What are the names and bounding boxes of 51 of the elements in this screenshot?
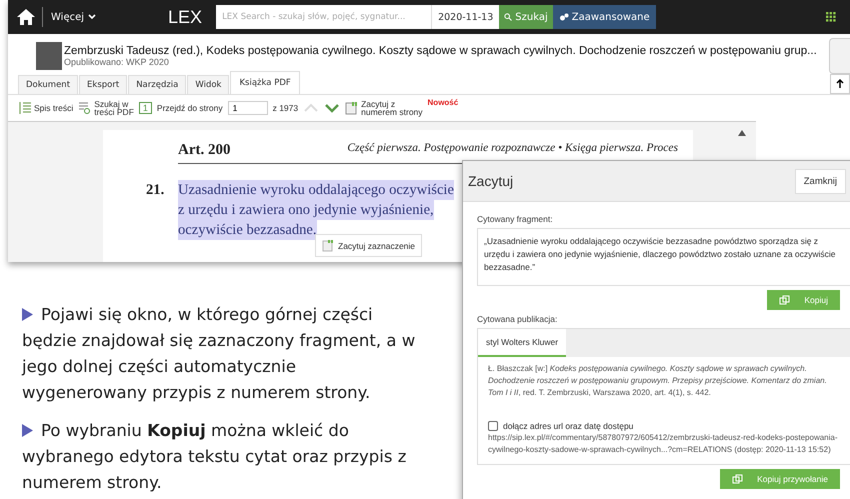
go-to-page-label: Przejdź do strony: [156, 103, 223, 113]
new-label: Nowość: [428, 98, 458, 107]
more-menu[interactable]: Więcej: [51, 12, 96, 22]
search-pdf-button[interactable]: Szukaj w treści PDF: [78, 100, 134, 116]
article-heading: Art. 200: [178, 142, 230, 159]
search-document-icon: [78, 101, 92, 115]
instruction-text: Po wybraniu Kopiuj można wkleić do wybranego edytora tekstu cytat oraz przypis z numerem strony.: [22, 420, 408, 494]
list-icon: [18, 102, 32, 114]
citation-style-tab[interactable]: styl Wolters Kluwer: [478, 329, 566, 357]
dialog-title: Zacytuj: [468, 173, 514, 189]
quoted-fragment-field[interactable]: „Uzasadnienie wyroku oddalającego oczywiście bezzasadne powództwo sporządza się z urzędu i zawiera ono jedynie wyjaśnienie, dlaczego powództwo zostało uznane za oczywiście bezzasadne.”: [477, 228, 850, 286]
scroll-up-icon[interactable]: [830, 74, 850, 94]
tab[interactable]: Widok: [187, 75, 230, 94]
quote-document-icon: [322, 239, 334, 252]
instruction-text: Pojawi się okno, w którego górnej części będzie znajdował się zaznaczony fragment, a w jego dolnej części automatycznie wygenerowany przypis z numerem strony.: [22, 304, 416, 404]
chevron-down-icon[interactable]: [324, 103, 340, 113]
logo-text: LEX: [168, 6, 202, 28]
table-of-contents-button[interactable]: Spis treści: [18, 102, 74, 114]
page-number-icon: 1: [138, 102, 152, 114]
page-total-text: z 1973: [272, 103, 298, 113]
close-button[interactable]: Zamknij: [794, 168, 846, 194]
document-title: Zembrzuski Tadeusz (red.), Kodeks postępowania cywilnego. Koszty sądowe w sprawach cywilnych. Dochodzenie roszczeń w postępowaniu grup...: [64, 45, 817, 57]
quote-document-icon: [345, 101, 360, 115]
citation-text: Ł. Błaszczak [w:] Kodeks postępowania cywilnego. Koszty sądowe w sprawach cywilnych. Dochodzenie roszczeń w postępowaniu grupowym. Przepisy przejściowe. Komentarz do zmian. Tom I i II, red. T. Zembrzuski, Warszawa 2020, art. 4(1), s. 442.: [487, 363, 828, 399]
page-number-field[interactable]: 1: [228, 101, 268, 115]
date-field[interactable]: 2020-11-13: [431, 5, 500, 29]
book-cover-thumbnail: [36, 42, 62, 70]
running-head: Część pierwsza. Postępowanie rozpoznawcze • Księga pierwsza. Proces: [347, 142, 678, 156]
url-text: https://sip.lex.pl/#/commentary/587807972/605412/zembrzuski-tadeusz-red-kodeks-postepowania-cywilnego-koszty-sadowe-w-sprawach-cywilnych...?cm=RELATIONS (dostęp: 2020-11-13 15:52): [487, 432, 839, 456]
chevron-down-icon: [88, 14, 96, 20]
search-field[interactable]: LEX Search - szukaj słów, pojęć, sygnatur...: [216, 5, 432, 29]
search-icon: [504, 13, 512, 21]
triangle-bullet-icon: [22, 424, 33, 437]
cite-with-page-button[interactable]: Zacytuj z numerem strony: [345, 100, 423, 116]
tab[interactable]: Dokument: [18, 75, 78, 94]
publisher-text: Opublikowano: WKP 2020: [64, 57, 170, 67]
publication-label: Cytowana publikacja:: [477, 314, 558, 324]
tab[interactable]: Eksport: [79, 75, 128, 94]
apps-grid-icon[interactable]: [826, 12, 836, 22]
paragraph-number: 21.: [146, 181, 166, 200]
cite-selection-button[interactable]: Zacytuj zaznaczenie: [315, 234, 422, 257]
fragment-label: Cytowany fragment:: [477, 214, 554, 224]
triangle-bullet-icon: [22, 308, 33, 321]
copy-icon: [779, 295, 790, 305]
advanced-search-button[interactable]: Zaawansowane: [552, 5, 656, 29]
tab[interactable]: Narzędzia: [128, 75, 186, 94]
scroll-up-icon[interactable]: [738, 130, 746, 136]
copy-icon: [732, 474, 744, 484]
include-url-checkbox[interactable]: dołącz adres url oraz datę dostępu: [488, 421, 634, 431]
tab[interactable]: Książka PDF: [230, 71, 300, 94]
home-icon[interactable]: [16, 8, 36, 26]
